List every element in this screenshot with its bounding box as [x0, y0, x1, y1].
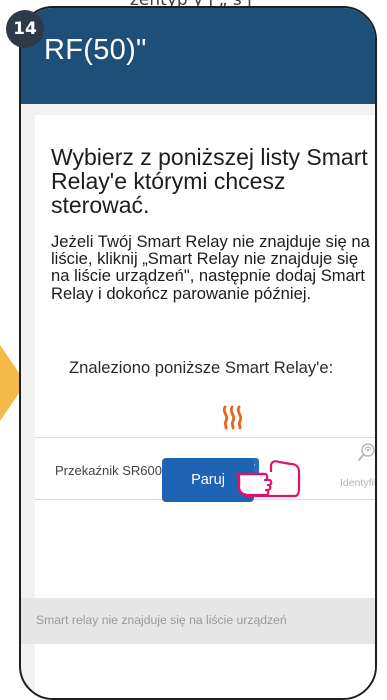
identify-label: Identyfikacja — [340, 477, 375, 489]
pointing-hand-icon — [235, 460, 301, 498]
info-text: Jeżeli Twój Smart Relay nie znajduje się… — [51, 232, 370, 303]
app-header: RF(50)" — [21, 8, 375, 104]
identify-icon — [358, 443, 375, 461]
footer-label: Smart relay nie znajduje się na liście u… — [36, 613, 287, 627]
heating-icon — [222, 405, 243, 430]
step-badge: 14 — [6, 10, 44, 48]
page-title: Wybierz z poniższej listy Smart Relay'e … — [51, 144, 368, 218]
found-label: Znaleziono poniższe Smart Relay'e: — [69, 358, 334, 377]
phone-frame: RF(50)" Wybierz z poniższej listy Smart … — [19, 6, 377, 700]
identify-button[interactable]: Identyfikacja — [340, 441, 375, 497]
header-title: RF(50)" — [44, 34, 147, 66]
device-not-found-button[interactable]: Smart relay nie znajduje się na liście u… — [21, 598, 375, 644]
device-name: Przekaźnik SR600 — [55, 463, 162, 478]
